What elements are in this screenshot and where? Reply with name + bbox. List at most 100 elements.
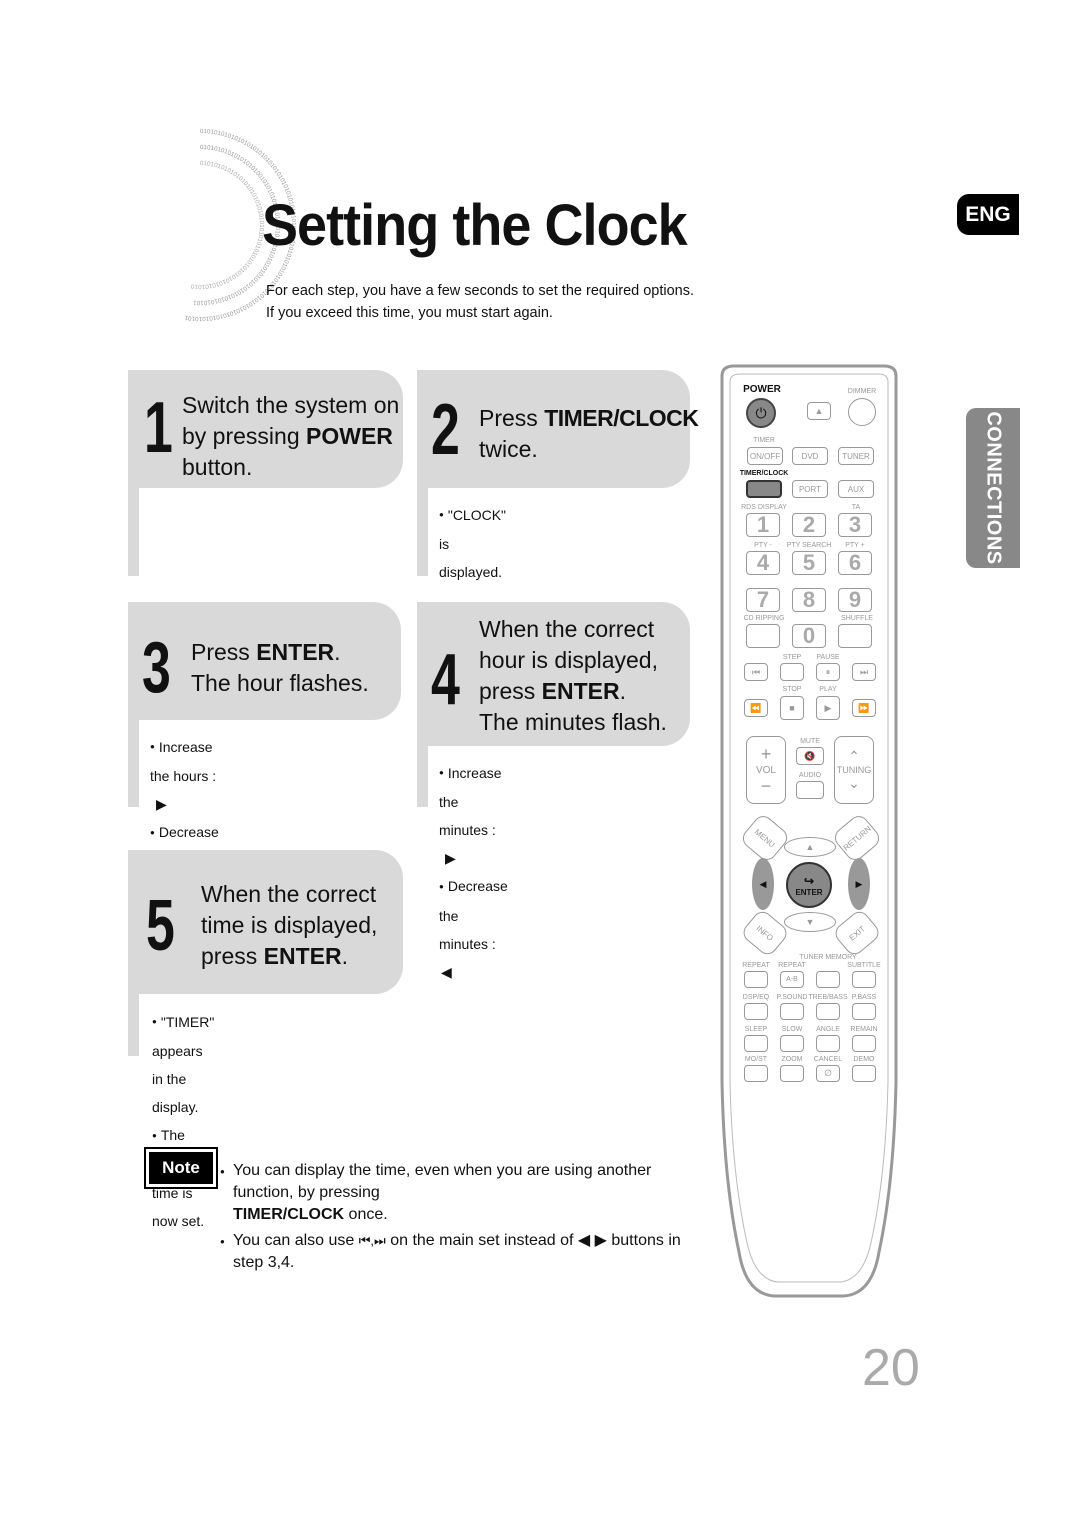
stop-button[interactable]: ■ <box>780 696 804 720</box>
bullet-item: "CLOCK" is displayed. <box>439 501 506 586</box>
timer-clock-button[interactable] <box>746 480 782 498</box>
cd-ripping-button[interactable] <box>746 624 780 648</box>
subtitle-button[interactable] <box>852 971 876 988</box>
timer-onoff-button[interactable]: ON/OFF <box>747 447 783 465</box>
digit-7-button[interactable]: 7 <box>746 587 780 612</box>
bullet-item: Decrease the minutes :◀ <box>439 872 508 985</box>
pty-minus-label: PTY - <box>754 542 772 549</box>
digit-4-button[interactable]: 4 <box>746 550 780 575</box>
digit-6-button[interactable]: 6 <box>838 550 872 575</box>
right-button[interactable]: ▶ <box>848 858 870 910</box>
up-button[interactable]: ▲ <box>784 837 836 857</box>
p-sound-button[interactable] <box>780 1003 804 1020</box>
bullet-item: Increase the hours :▶ <box>150 733 219 818</box>
remote-grid-label: REPEAT <box>742 962 770 969</box>
dsp-eq-button[interactable] <box>744 1003 768 1020</box>
power-button[interactable]: ⏻ <box>746 398 776 428</box>
step-button[interactable] <box>780 663 804 681</box>
note-item: You can display the time, even when you … <box>220 1160 690 1226</box>
cd-ripping-label: CD RIPPING <box>743 615 785 622</box>
treb-bass-button[interactable] <box>816 1003 840 1020</box>
digit-0-button[interactable]: 0 <box>792 623 826 648</box>
dimmer-button[interactable] <box>848 398 876 426</box>
step-label: STEP <box>782 654 802 661</box>
bullet-item: "TIMER" appears in the display. <box>152 1008 214 1121</box>
step-bullets: "TIMER" appears in the display. The curr… <box>152 1008 214 1235</box>
ta-label: TA <box>851 504 861 511</box>
intro-line: For each step, you have a few seconds to… <box>266 283 695 299</box>
left-button[interactable]: ◀ <box>752 858 774 910</box>
remote-grid-label: TUNER MEMORY <box>799 954 857 961</box>
digit-8-button[interactable]: 8 <box>792 587 826 612</box>
remote-grid-label: MO/ST <box>744 1056 768 1063</box>
cancel-button[interactable]: ∅ <box>816 1065 840 1082</box>
audio-label: AUDIO <box>798 772 822 779</box>
remote-control: POWER ⏻ ▲ DIMMER TIMER ON/OFF DVD TUNER … <box>714 362 904 1302</box>
port-button[interactable]: PORT <box>792 480 828 498</box>
step-heading: When the correct time is displayed, pres… <box>201 881 378 969</box>
repeat-button[interactable]: A-B <box>780 971 804 988</box>
remote-grid-label: P.SOUND <box>776 994 808 1001</box>
tuning-rocker[interactable]: ⌃ TUNING ⌄ <box>834 736 874 804</box>
pause-button[interactable]: ⏸ <box>816 663 840 681</box>
remote-grid-label: CANCEL <box>813 1056 843 1063</box>
remain-button[interactable] <box>852 1035 876 1052</box>
down-button[interactable]: ▼ <box>784 912 836 932</box>
step-bullets: "CLOCK" is displayed. <box>439 501 506 586</box>
step-heading: Press ENTER. The hour flashes. <box>191 639 369 696</box>
step-number: 3 <box>142 628 171 708</box>
rewind-button[interactable]: ⏪ <box>744 699 768 717</box>
digit-3-button[interactable]: 3 <box>838 512 872 537</box>
skip-back-button[interactable]: ⏮ <box>744 663 768 681</box>
step-heading: When the correct hour is displayed, pres… <box>479 616 667 735</box>
shuffle-label: SHUFFLE <box>841 615 873 622</box>
intro-text: For each step, you have a few seconds to… <box>266 280 694 324</box>
note-badge: Note <box>144 1147 218 1189</box>
shuffle-button[interactable] <box>838 624 872 648</box>
fast-forward-button[interactable]: ⏩ <box>852 699 876 717</box>
mute-button[interactable]: 🔇 <box>796 747 824 765</box>
aux-button[interactable]: AUX <box>838 480 874 498</box>
enter-button[interactable]: ↪ ENTER <box>786 862 832 908</box>
digit-2-button[interactable]: 2 <box>792 512 826 537</box>
repeat-button[interactable] <box>744 971 768 988</box>
mo-st-button[interactable] <box>744 1065 768 1082</box>
angle-button[interactable] <box>816 1035 840 1052</box>
play-button[interactable]: ▶ <box>816 696 840 720</box>
tuner-memory-button[interactable] <box>816 971 840 988</box>
digit-9-button[interactable]: 9 <box>838 587 872 612</box>
skip-forward-button[interactable]: ⏭ <box>852 663 876 681</box>
remote-grid-label: REPEAT <box>778 962 806 969</box>
volume-rocker[interactable]: + VOL − <box>746 736 786 804</box>
svg-text:010101010101010101010101010101: 0101010101010101010101010101010101010101… <box>190 160 265 290</box>
digit-5-button[interactable]: 5 <box>792 550 826 575</box>
sleep-button[interactable] <box>744 1035 768 1052</box>
step-number: 2 <box>431 390 460 470</box>
step-heading: Switch the system on by pressing POWER b… <box>182 392 400 480</box>
remote-grid-label: DEMO <box>853 1056 875 1063</box>
bullet-item: Increase the minutes :▶ <box>439 759 508 872</box>
digit-1-button[interactable]: 1 <box>746 512 780 537</box>
remote-grid-label: ANGLE <box>816 1026 840 1033</box>
slow-button[interactable] <box>780 1035 804 1052</box>
eject-button[interactable]: ▲ <box>807 402 831 420</box>
zoom-button[interactable] <box>780 1065 804 1082</box>
step-bullets: Increase the minutes :▶ Decrease the min… <box>439 759 508 986</box>
intro-line: If you exceed this time, you must start … <box>266 305 553 321</box>
pty-search-label: PTY SEARCH <box>786 542 832 549</box>
section-tab: CONNECTIONS <box>966 408 1020 568</box>
tuner-button[interactable]: TUNER <box>838 447 874 465</box>
remote-grid-label: REMAIN <box>850 1026 878 1033</box>
p-bass-button[interactable] <box>852 1003 876 1020</box>
timer-label: TIMER <box>753 437 775 444</box>
remote-grid-label: TREB/BASS <box>808 994 848 1001</box>
section-tab-label: CONNECTIONS <box>982 411 1005 565</box>
note-item: You can also use ⏮,⏭ on the main set ins… <box>220 1230 690 1274</box>
remote-grid-label: SLOW <box>781 1026 803 1033</box>
remote-grid-label: DSP/EQ <box>742 994 770 1001</box>
page-number: 20 <box>862 1339 920 1397</box>
dvd-button[interactable]: DVD <box>792 447 828 465</box>
demo-button[interactable] <box>852 1065 876 1082</box>
audio-button[interactable] <box>796 781 824 799</box>
stop-label: STOP <box>782 686 802 693</box>
